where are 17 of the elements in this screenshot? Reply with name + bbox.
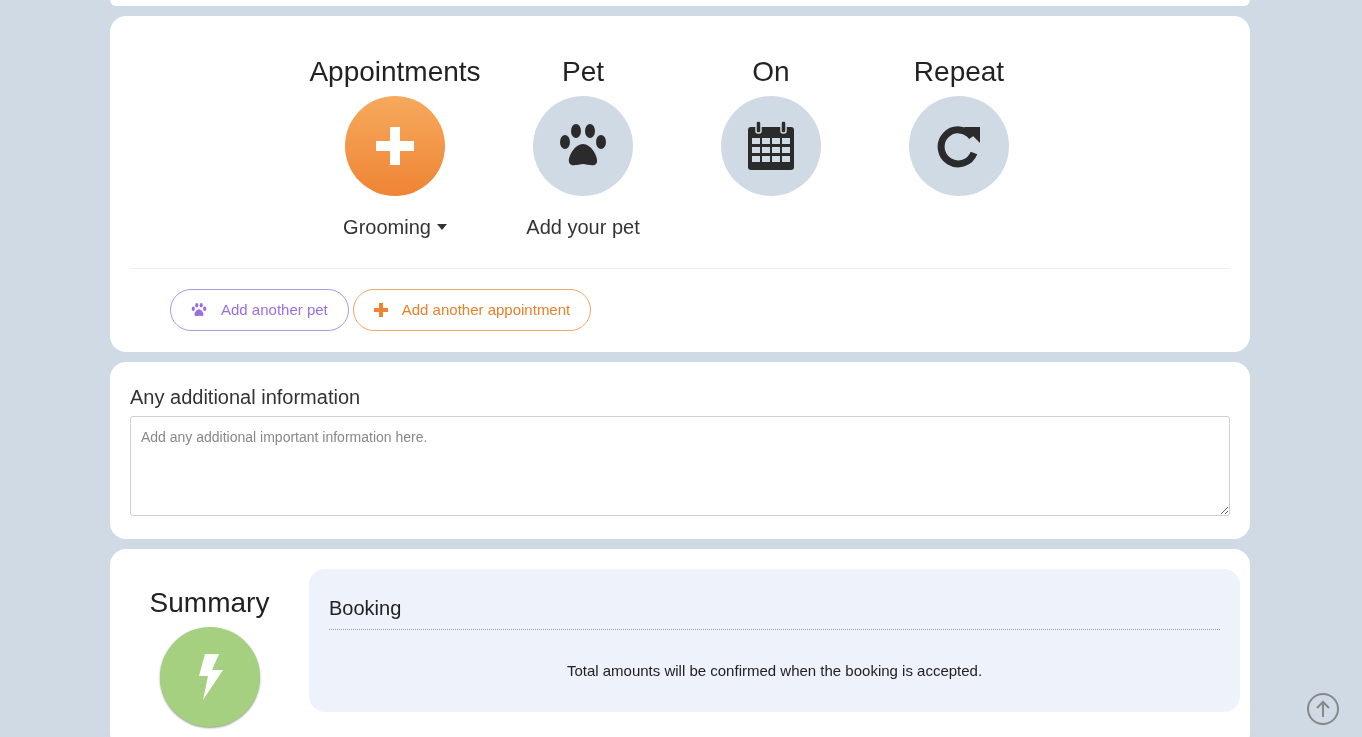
step-title: Pet: [562, 56, 604, 88]
add-appointment-button[interactable]: Add another appointment: [352, 289, 592, 331]
paw-icon: [191, 303, 207, 317]
plus-icon: [373, 303, 388, 317]
step-title: Appointments: [309, 56, 481, 88]
arrow-up-icon: [1315, 700, 1331, 718]
section-title: Summary: [149, 586, 270, 620]
field-label: Any additional information: [130, 385, 362, 410]
step-title: Repeat: [913, 56, 1005, 88]
input-field[interactable]: Add any additional important information here.: [130, 416, 1230, 516]
booking-note: Total amounts will be confirmed when the booking is accepted.: [565, 661, 984, 681]
step-label: Add your pet: [526, 215, 640, 240]
caret-icon[interactable]: [436, 224, 447, 230]
service-dropdown[interactable]: Grooming: [343, 214, 431, 240]
add-pet-button[interactable]: Add another pet: [170, 289, 349, 331]
panel-title: Booking: [329, 595, 1220, 630]
step-title: On: [752, 56, 790, 88]
